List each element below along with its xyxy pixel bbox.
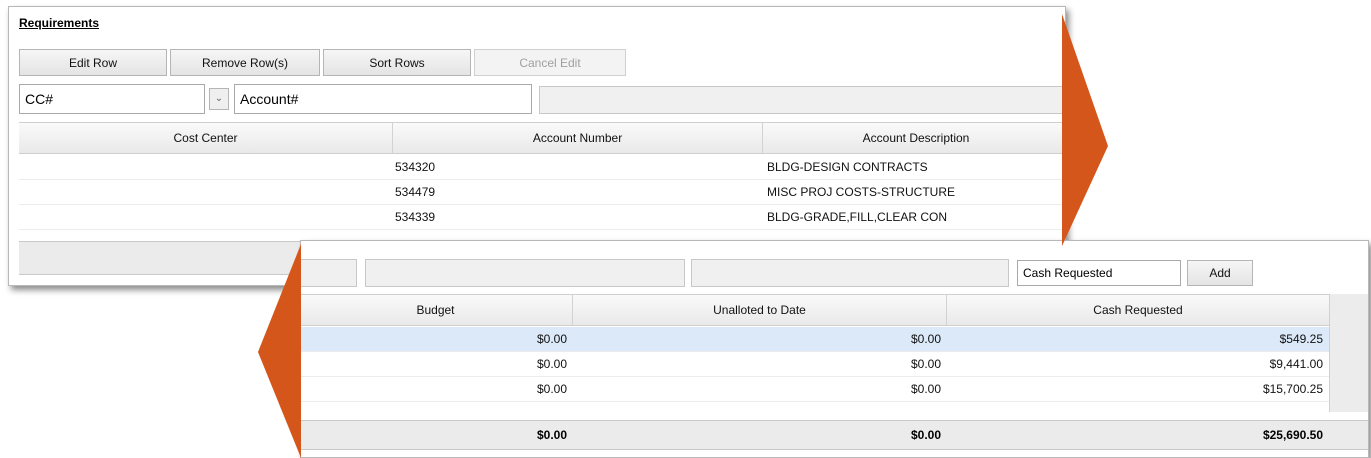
account-description-cell: MISC PROJ COSTS-STRUCTURE xyxy=(767,185,956,199)
left-pointer-shape xyxy=(258,244,301,458)
cost-center-cell xyxy=(19,180,393,204)
cash-requested-cell: $9,441.00 xyxy=(1269,357,1323,371)
left-arrow-callout xyxy=(258,244,301,458)
table-row[interactable]: $0.00 $0.00 $549.25 xyxy=(301,327,1329,352)
column-header-account-description[interactable]: Account Description xyxy=(763,123,1065,153)
table-row[interactable]: 534339 BLDG-GRADE,FILL,CLEAR CON xyxy=(19,205,1065,230)
grid-scrollbar[interactable] xyxy=(1329,294,1368,412)
cash-requested-cell: $549.25 xyxy=(1279,332,1323,346)
account-number-cell: 534320 xyxy=(395,160,436,174)
column-header-unalloted-to-date[interactable]: Unalloted to Date xyxy=(573,295,947,325)
account-number-cell: 534339 xyxy=(395,210,436,224)
cash-request-panel: Cash Requested Add Budget Unalloted to D… xyxy=(300,240,1369,458)
budget-cell: $0.00 xyxy=(536,357,567,371)
unalloted-cell: $0.00 xyxy=(910,332,941,346)
chevron-down-icon: ⌄ xyxy=(214,93,224,104)
budget-total: $0.00 xyxy=(536,428,567,442)
unalloted-filter-input[interactable] xyxy=(691,259,1009,287)
column-header-account-number[interactable]: Account Number xyxy=(393,123,763,153)
cost-center-cell xyxy=(19,155,393,179)
column-header-cost-center[interactable]: Cost Center xyxy=(19,123,393,153)
cash-requested-filter-input[interactable]: Cash Requested xyxy=(1017,260,1181,286)
unalloted-cell: $0.00 xyxy=(910,382,941,396)
table-row[interactable]: $0.00 $0.00 $15,700.25 xyxy=(301,377,1329,402)
unalloted-cell: $0.00 xyxy=(910,357,941,371)
cost-center-dropdown-button[interactable]: ⌄ xyxy=(209,88,229,110)
description-filter-input[interactable] xyxy=(539,86,1065,114)
cost-center-filter-input[interactable]: CC# xyxy=(19,84,205,114)
account-description-cell: BLDG-DESIGN CONTRACTS xyxy=(767,160,928,174)
sort-rows-button[interactable]: Sort Rows xyxy=(323,49,471,76)
requirements-title: Requirements xyxy=(19,16,100,30)
remove-rows-button[interactable]: Remove Row(s) xyxy=(170,49,320,76)
cancel-edit-button[interactable]: Cancel Edit xyxy=(474,49,626,76)
budget-cell: $0.00 xyxy=(536,382,567,396)
right-pointer-shape xyxy=(1062,14,1108,246)
cash-requested-total: $25,690.50 xyxy=(1262,428,1323,442)
column-header-cash-requested[interactable]: Cash Requested xyxy=(947,295,1329,325)
add-button[interactable]: Add xyxy=(1187,260,1253,286)
right-arrow-callout xyxy=(1062,14,1108,246)
requirements-grid-header: Cost Center Account Number Account Descr… xyxy=(19,122,1065,154)
table-row[interactable]: 534479 MISC PROJ COSTS-STRUCTURE xyxy=(19,180,1065,205)
edit-row-button[interactable]: Edit Row xyxy=(19,49,167,76)
budget-cell: $0.00 xyxy=(536,332,567,346)
account-filter-input[interactable]: Account# xyxy=(234,84,532,114)
table-row[interactable]: 534320 BLDG-DESIGN CONTRACTS xyxy=(19,155,1065,180)
column-header-budget[interactable]: Budget xyxy=(301,295,573,325)
cash-requested-cell: $15,700.25 xyxy=(1262,382,1323,396)
unalloted-total: $0.00 xyxy=(910,428,941,442)
detail-grid-header: Budget Unalloted to Date Cash Requested xyxy=(301,294,1329,326)
account-number-cell: 534479 xyxy=(395,185,436,199)
cost-center-cell xyxy=(19,205,393,229)
detail-grid-footer: $0.00 $0.00 $25,690.50 xyxy=(301,420,1368,450)
filter-input-1[interactable] xyxy=(301,259,357,287)
account-description-cell: BLDG-GRADE,FILL,CLEAR CON xyxy=(767,210,948,224)
table-row[interactable]: $0.00 $0.00 $9,441.00 xyxy=(301,352,1329,377)
budget-filter-input[interactable] xyxy=(365,259,685,287)
